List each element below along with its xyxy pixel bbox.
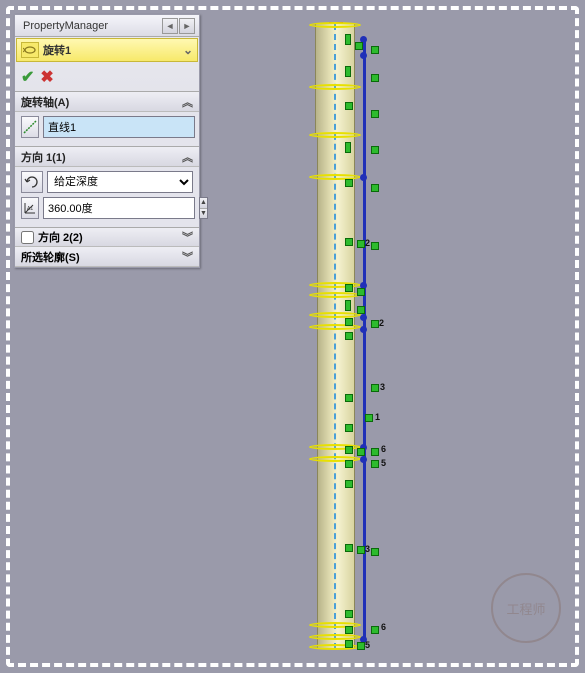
watermark: 工程师 [491, 573, 561, 643]
rotation-axis [334, 24, 336, 649]
end-condition-select[interactable]: 给定深度 [47, 171, 193, 193]
contours-header[interactable]: 所选轮廓(S) ︾ [15, 247, 199, 267]
angle-icon: A1 [21, 197, 39, 219]
direction1-label: 方向 1(1) [21, 149, 66, 165]
angle-spinner[interactable]: ▲▼ [199, 197, 208, 219]
chevron-down-icon: ︾ [182, 249, 193, 265]
pm-prev-button[interactable]: ◄ [162, 18, 178, 34]
axis-selection-input[interactable] [43, 116, 195, 138]
direction2-label: 方向 2(2) [38, 229, 83, 245]
ok-button[interactable]: ✔ [21, 67, 34, 87]
chevron-up-icon: ︽ [182, 149, 193, 165]
chevron-down-icon: ︾ [182, 229, 193, 245]
axis-section-header[interactable]: 旋转轴(A) ︽ [15, 92, 199, 112]
axis-header-label: 旋转轴(A) [21, 94, 69, 110]
feature-name: 旋转1 [43, 42, 71, 58]
revolve-icon [21, 42, 39, 58]
revolve-preview: 2 2 3 1 6 5 3 6 5 [315, 24, 361, 649]
reverse-direction-icon[interactable] [21, 171, 43, 193]
svg-text:A1: A1 [27, 206, 33, 212]
cancel-button[interactable]: ✖ [40, 67, 53, 87]
direction1-header[interactable]: 方向 1(1) ︽ [15, 147, 199, 167]
feature-title-bar: 旋转1 ⌄ [16, 38, 198, 62]
pm-header: PropertyManager ◄ ► [15, 15, 199, 37]
feature-pin-icon[interactable]: ⌄ [183, 43, 193, 57]
direction2-header[interactable]: 方向 2(2) ︾ [15, 227, 199, 247]
chevron-up-icon: ︽ [182, 94, 193, 110]
pm-title: PropertyManager [19, 20, 162, 32]
angle-input[interactable] [43, 197, 195, 219]
property-manager-panel: PropertyManager ◄ ► 旋转1 ⌄ ✔ ✖ 旋转轴(A) ︽ [14, 14, 200, 268]
contours-label: 所选轮廓(S) [21, 249, 80, 265]
direction2-checkbox[interactable] [21, 231, 34, 244]
pm-next-button[interactable]: ► [179, 18, 195, 34]
axis-line-icon [21, 116, 39, 138]
